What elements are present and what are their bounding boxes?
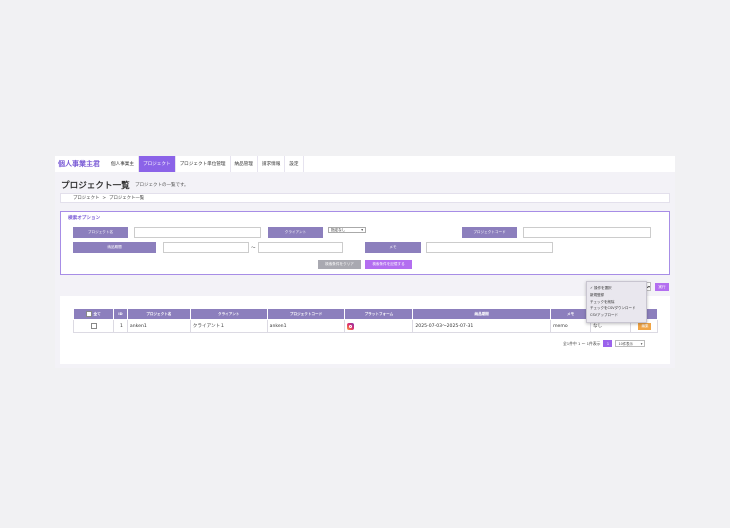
project-table: 全て ID プロジェクト名 クライアント プロジェクトコード プラットフォーム …: [73, 308, 659, 333]
chevron-down-icon: ▾: [361, 228, 363, 232]
label-client: クライアント: [268, 227, 323, 238]
delivery-date-to-input[interactable]: [258, 242, 343, 253]
chevron-down-icon: ▾: [640, 341, 643, 346]
cell-id: 1: [112, 319, 128, 333]
nav-item-billing[interactable]: 請求情報: [258, 156, 286, 172]
page-title: プロジェクト一覧: [61, 181, 130, 191]
header: 個人事業主君 個人事業主 プロジェクト プロジェクト単位管理 納品管理 請求情報…: [55, 156, 675, 172]
header-id[interactable]: ID: [112, 308, 128, 320]
label-memo: メモ: [365, 242, 421, 253]
instagram-icon: [347, 322, 355, 330]
table-header-row: 全て ID プロジェクト名 クライアント プロジェクトコード プラットフォーム …: [73, 308, 659, 320]
cell-platform: [344, 319, 414, 333]
header-project-name[interactable]: プロジェクト名: [126, 308, 191, 320]
header-client[interactable]: クライアント: [189, 308, 268, 320]
label-project-name: プロジェクト名: [73, 227, 128, 238]
delivery-date-from-input[interactable]: [163, 242, 249, 253]
table-row: 1 anken1 クライアント１ anken1 2025-07-03〜2025-…: [73, 319, 659, 333]
breadcrumb-link-project[interactable]: プロジェクト: [73, 195, 99, 201]
main-nav: 個人事業主 プロジェクト プロジェクト単位管理 納品管理 請求情報 設定: [107, 156, 304, 172]
bulk-action-dropdown: ✓ 操作を選択 新規登録 チェックを削除 チェックをCSVダウンロード CSVア…: [586, 281, 647, 323]
label-delivery-date: 納品期間: [73, 242, 156, 253]
brand-logo[interactable]: 個人事業主君: [55, 156, 107, 172]
page-subtitle: プロジェクトの一覧です。: [135, 183, 189, 188]
search-panel: 検索オプション プロジェクト名 クライアント 指定なし ▾ プロジェクトコード …: [60, 211, 670, 275]
project-code-input[interactable]: [523, 227, 651, 238]
cell-client: クライアント１: [189, 319, 268, 333]
select-all-checkbox[interactable]: [86, 311, 93, 317]
dropdown-option-new[interactable]: 新規登録: [590, 292, 643, 299]
clear-search-button[interactable]: 検索条件をクリア: [318, 260, 361, 269]
run-button[interactable]: 実行: [655, 283, 669, 291]
header-delivery-period[interactable]: 納品期間: [412, 308, 552, 320]
header-project-code[interactable]: プロジェクトコード: [266, 308, 346, 320]
per-page-select[interactable]: 10件表示 ▾: [615, 340, 646, 347]
row-checkbox-cell: [73, 319, 114, 333]
page-button-1[interactable]: 1: [603, 340, 613, 347]
nav-item-freelancer[interactable]: 個人事業主: [107, 156, 139, 172]
pagination-summary: 全1件中 1 〜 1件表示: [563, 340, 601, 346]
nav-item-project-unit[interactable]: プロジェクト単位管理: [176, 156, 231, 172]
cell-memo: memo: [550, 319, 592, 333]
memo-input[interactable]: [426, 242, 553, 253]
nav-item-project[interactable]: プロジェクト: [138, 156, 176, 172]
dropdown-option-csv-upload[interactable]: CSVアップロード: [590, 312, 643, 319]
app-window: 個人事業主君 個人事業主 プロジェクト プロジェクト単位管理 納品管理 請求情報…: [55, 156, 675, 368]
per-page-value: 10件表示: [618, 342, 633, 346]
breadcrumb-current: プロジェクト一覧: [109, 196, 145, 201]
search-title: 検索オプション: [68, 216, 101, 221]
dropdown-option-csv-download[interactable]: チェックをCSVダウンロード: [590, 305, 643, 312]
cell-delivery-period: 2025-07-03〜2025-07-31: [412, 319, 552, 333]
breadcrumb: プロジェクト > プロジェクト一覧: [60, 193, 670, 203]
dropdown-option-delete[interactable]: チェックを削除: [590, 299, 643, 306]
save-search-button[interactable]: 検索条件を記憶する: [365, 260, 412, 269]
date-range-separator: 〜: [251, 246, 256, 251]
client-select-value: 指定なし: [331, 227, 346, 232]
cell-project-name[interactable]: anken1: [126, 319, 191, 333]
pagination: 全1件中 1 〜 1件表示 1 10件表示 ▾: [563, 340, 646, 347]
nav-item-delivery[interactable]: 納品管理: [231, 156, 258, 172]
header-select-all[interactable]: 全て: [73, 308, 114, 320]
header-select-all-label: 全て: [93, 312, 101, 316]
client-select[interactable]: 指定なし ▾: [328, 227, 366, 233]
nav-item-settings[interactable]: 設定: [285, 156, 304, 172]
dropdown-option-select[interactable]: ✓ 操作を選択: [590, 285, 643, 292]
table-panel: 全て ID プロジェクト名 クライアント プロジェクトコード プラットフォーム …: [60, 296, 670, 364]
project-name-input[interactable]: [134, 227, 261, 238]
edit-button[interactable]: 編集: [638, 322, 652, 330]
header-platform[interactable]: プラットフォーム: [344, 308, 414, 320]
label-project-code: プロジェクトコード: [462, 227, 517, 238]
cell-project-code: anken1: [266, 319, 346, 333]
breadcrumb-separator: >: [102, 195, 107, 201]
row-checkbox[interactable]: [91, 322, 98, 329]
header-memo[interactable]: メモ: [550, 308, 592, 320]
